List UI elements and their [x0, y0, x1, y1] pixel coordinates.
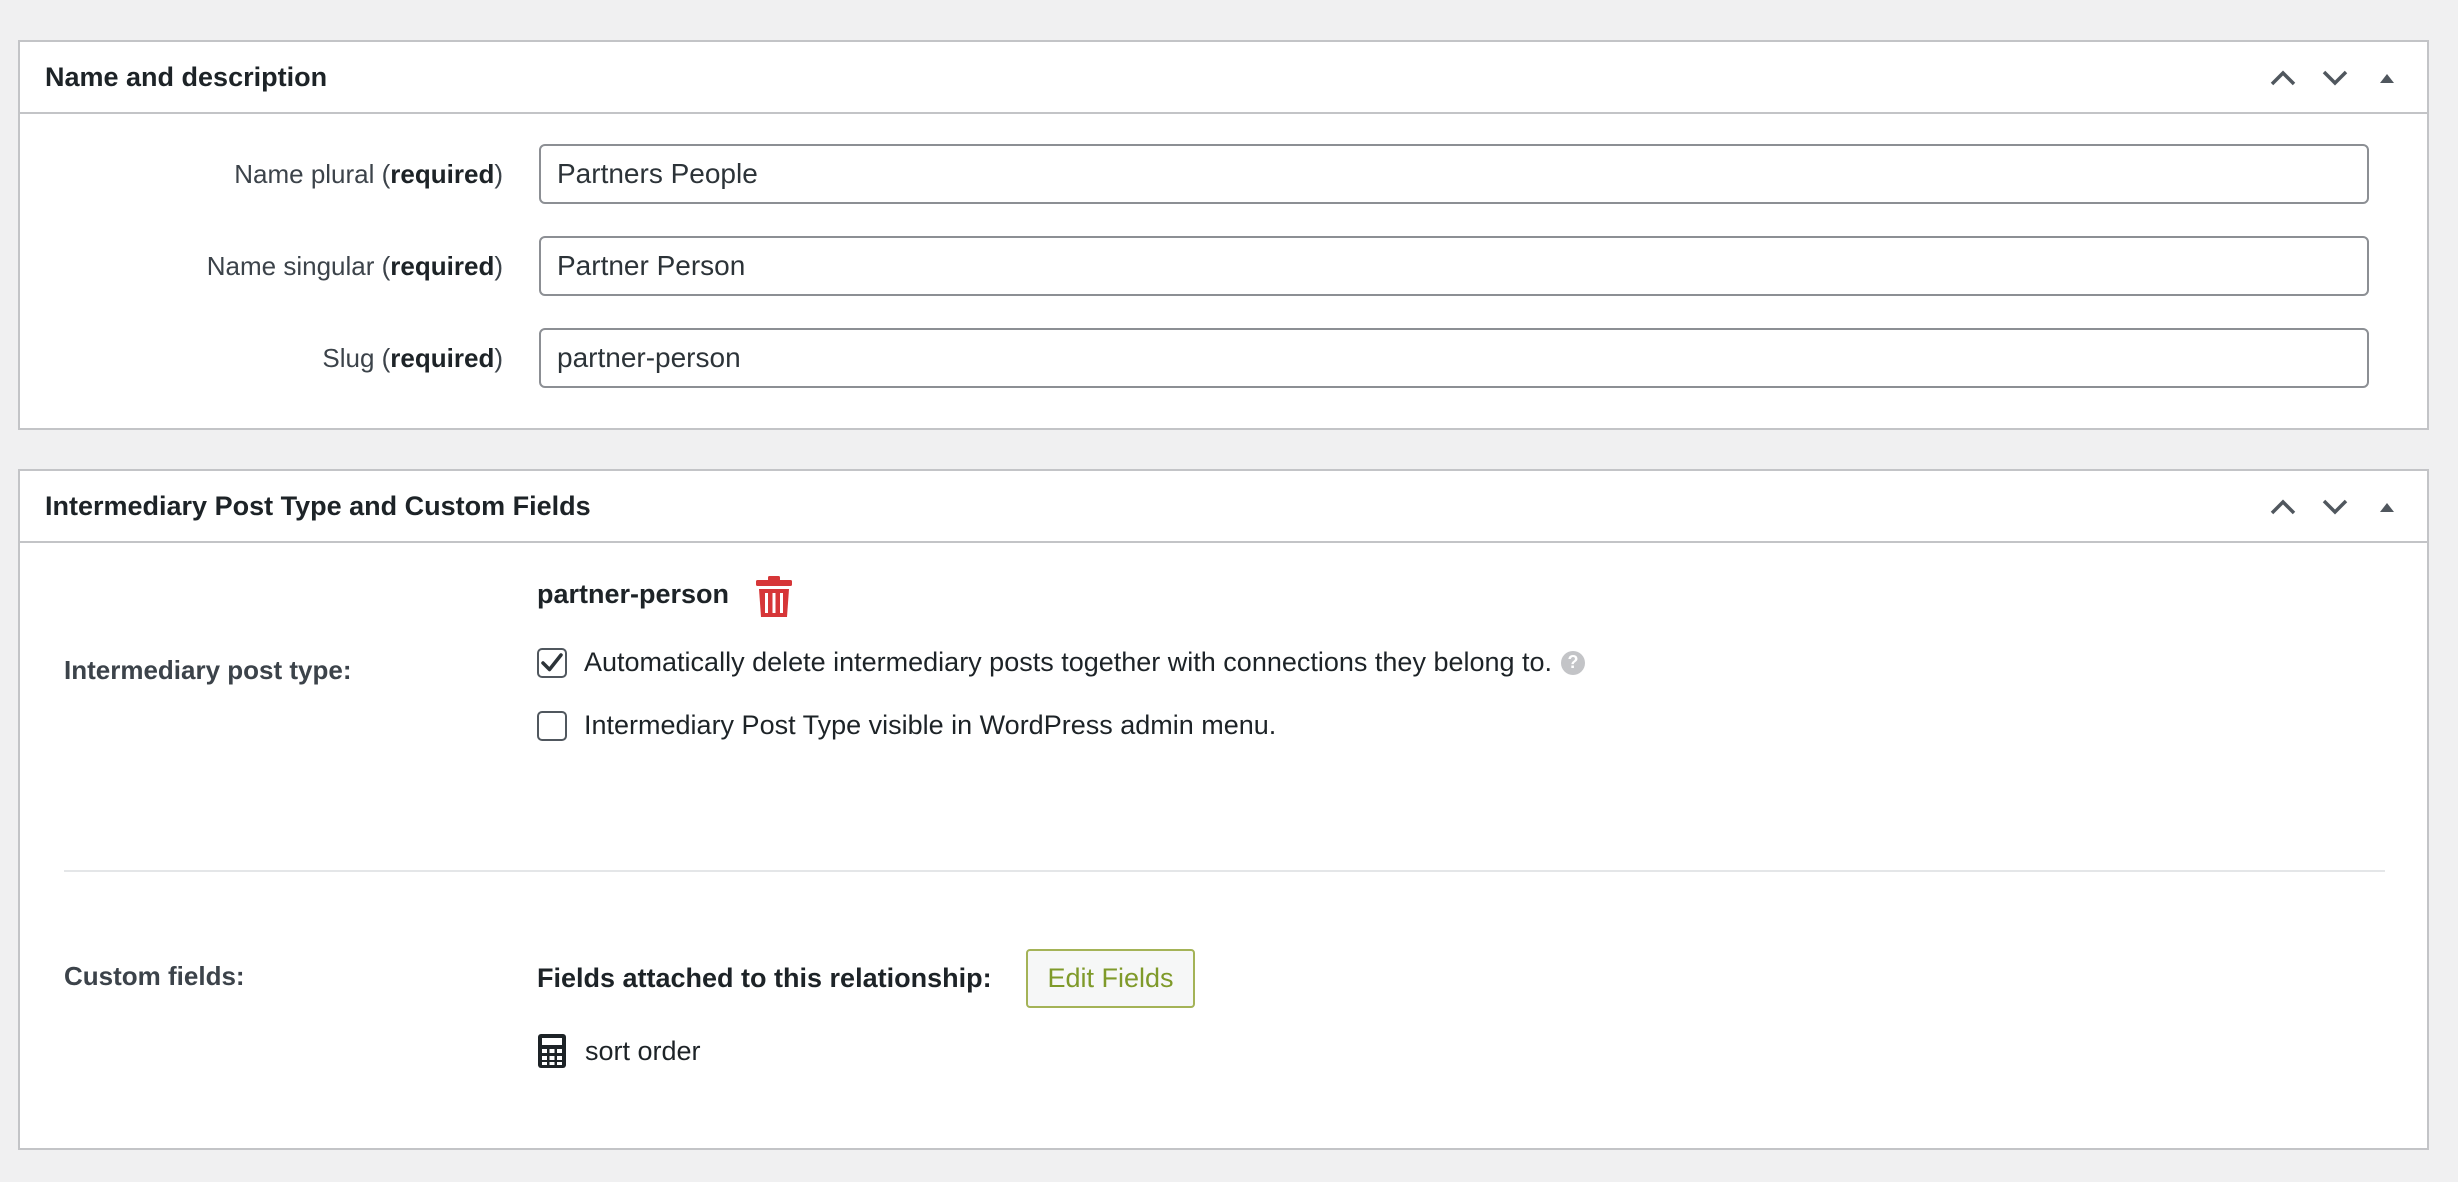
edit-fields-button[interactable]: Edit Fields [1026, 949, 1195, 1008]
move-down-button[interactable] [2309, 485, 2361, 529]
caret-up-icon [2380, 503, 2394, 512]
field-item: sort order [537, 1033, 701, 1069]
panel-handle-actions [2257, 56, 2413, 100]
name-singular-label: Name singular (required) [206, 250, 503, 281]
toggle-panel-button[interactable] [2361, 56, 2413, 100]
name-plural-row: Name plural (required) [20, 144, 2427, 204]
admin-menu-label: Intermediary Post Type visible in WordPr… [584, 710, 1277, 740]
move-up-button[interactable] [2257, 485, 2309, 529]
toggle-panel-button[interactable] [2361, 485, 2413, 529]
name-singular-input[interactable] [539, 236, 2369, 296]
intermediary-panel: Intermediary Post Type and Custom Fields… [18, 469, 2429, 1150]
chevron-down-icon [2322, 70, 2348, 86]
panel-title: Name and description [45, 61, 328, 92]
intermediary-post-type-label: Intermediary post type: [64, 655, 352, 685]
move-up-button[interactable] [2257, 56, 2309, 100]
panel-header: Name and description [20, 42, 2427, 114]
name-singular-row: Name singular (required) [20, 236, 2427, 296]
help-icon[interactable]: ? [1561, 650, 1586, 675]
custom-fields-label: Custom fields: [64, 961, 245, 991]
name-description-panel: Name and description Name plural (requir… [18, 40, 2429, 430]
admin-menu-checkbox[interactable] [537, 710, 567, 741]
panel-title: Intermediary Post Type and Custom Fields [45, 490, 591, 521]
fields-attached-label: Fields attached to this relationship: [537, 963, 992, 993]
admin-menu-row: Intermediary Post Type visible in WordPr… [537, 710, 1276, 741]
slug-input[interactable] [539, 328, 2369, 388]
chevron-up-icon [2270, 70, 2296, 86]
auto-delete-checkbox[interactable] [537, 647, 567, 678]
name-plural-input[interactable] [539, 144, 2369, 204]
field-item-label: sort order [585, 1035, 701, 1066]
auto-delete-label: Automatically delete intermediary posts … [584, 647, 1553, 677]
checkmark-icon [541, 652, 563, 671]
post-type-name: partner-person [537, 579, 730, 609]
auto-delete-row: Automatically delete intermediary posts … [537, 647, 1586, 678]
move-down-button[interactable] [2309, 56, 2361, 100]
chevron-up-icon [2270, 499, 2296, 515]
chevron-down-icon [2322, 499, 2348, 515]
slug-label: Slug (required) [322, 342, 503, 373]
slug-row: Slug (required) [20, 328, 2427, 388]
caret-up-icon [2380, 74, 2394, 83]
trash-icon[interactable] [754, 575, 794, 619]
calculator-icon [538, 1034, 566, 1068]
panel-header: Intermediary Post Type and Custom Fields [20, 471, 2427, 543]
section-divider [64, 870, 2385, 872]
panel-handle-actions [2257, 485, 2413, 529]
name-plural-label: Name plural (required) [234, 158, 503, 189]
